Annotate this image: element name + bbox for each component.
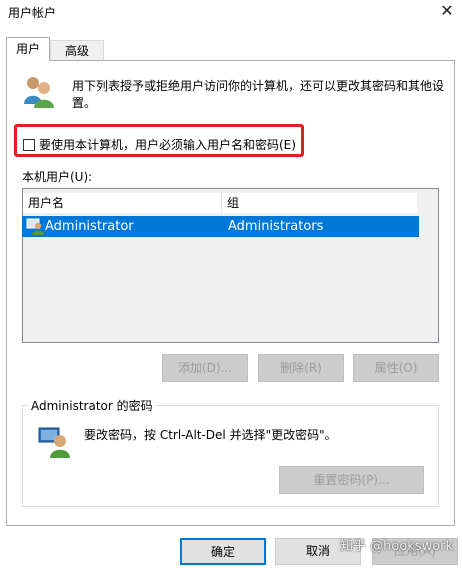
- password-instructions: 要改密码，按 Ctrl-Alt-Del 并选择"更改密码"。: [84, 428, 337, 442]
- properties-button[interactable]: 属性(O): [353, 354, 439, 382]
- password-group-title: Administrator 的密码: [28, 397, 156, 414]
- add-user-button[interactable]: 添加(D)...: [162, 354, 248, 382]
- require-login-checkbox[interactable]: [23, 139, 35, 151]
- watermark-text: 知乎 @hookswork: [340, 539, 454, 554]
- tab-users[interactable]: 用户: [6, 37, 50, 61]
- row-username: Administrator: [45, 219, 134, 234]
- intro-text: 用下列表授予或拒绝用户访问你的计算机，还可以更改其密码和其他设置。: [72, 79, 445, 110]
- tab-advanced[interactable]: 高级: [50, 40, 104, 61]
- require-login-label[interactable]: 要使用本计算机，用户必须输入用户名和密码(E): [39, 136, 296, 153]
- close-icon[interactable]: ✕: [436, 0, 458, 22]
- remove-user-button[interactable]: 删除(R): [258, 354, 344, 382]
- user-password-icon: [38, 427, 70, 458]
- table-row[interactable]: Administrator Administrators: [22, 216, 419, 237]
- user-icon: [26, 218, 44, 235]
- window-title: 用户帐户: [8, 6, 57, 20]
- ok-button[interactable]: 确定: [180, 538, 266, 565]
- row-group: Administrators: [228, 219, 324, 234]
- list-header: 用户名 组: [23, 193, 438, 213]
- reset-password-button[interactable]: 重置密码(P)...: [279, 466, 424, 494]
- column-header-username[interactable]: 用户名: [23, 193, 222, 213]
- column-header-group[interactable]: 组: [222, 193, 417, 213]
- local-users-label: 本机用户(U):: [22, 170, 93, 184]
- users-icon: [24, 77, 54, 108]
